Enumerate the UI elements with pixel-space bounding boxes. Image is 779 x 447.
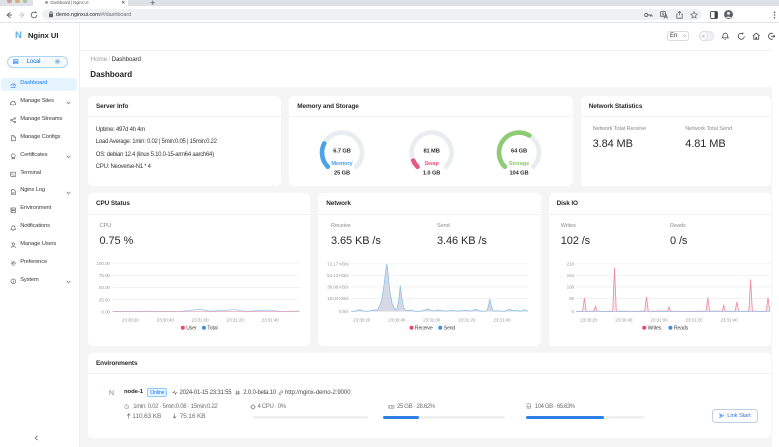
svg-text:23:30:20: 23:30:20	[122, 317, 140, 322]
svg-text:23:31:40: 23:31:40	[493, 317, 511, 322]
svg-text:218: 218	[567, 261, 575, 266]
svg-text:23:30:20: 23:30:20	[353, 317, 371, 322]
svg-text:23:30:40: 23:30:40	[388, 317, 406, 322]
svg-text:23:31:00: 23:31:00	[650, 317, 668, 322]
svg-text:54.13 KB/s: 54.13 KB/s	[327, 273, 349, 278]
svg-text:109: 109	[567, 285, 575, 290]
svg-text:Swap: Swap	[424, 161, 439, 167]
svg-text:23:31:40: 23:31:40	[262, 317, 280, 322]
svg-text:Memory: Memory	[331, 161, 353, 167]
svg-text:72.17 KB/s: 72.17 KB/s	[327, 261, 349, 266]
svg-text:81 MB: 81 MB	[423, 149, 439, 155]
svg-text:23:30:40: 23:30:40	[615, 317, 633, 322]
svg-text:0: 0	[572, 309, 575, 314]
svg-text:23:30:40: 23:30:40	[157, 317, 175, 322]
svg-text:64 GB: 64 GB	[511, 149, 527, 155]
svg-text:23:31:00: 23:31:00	[423, 317, 441, 322]
svg-text:Reads: Reads	[674, 326, 689, 332]
svg-text:75.00: 75.00	[99, 273, 111, 278]
svg-text:User: User	[186, 326, 197, 332]
svg-text:1.0 GB: 1.0 GB	[423, 171, 440, 177]
svg-text:25.00: 25.00	[99, 297, 111, 302]
svg-text:0 B/s: 0 B/s	[339, 309, 350, 314]
svg-text:23:30:20: 23:30:20	[580, 317, 598, 322]
svg-text:23:31:00: 23:31:00	[192, 317, 210, 322]
svg-text:Writes: Writes	[648, 326, 662, 332]
svg-text:6.7 GB: 6.7 GB	[333, 149, 350, 155]
svg-text:36.09 KB/s: 36.09 KB/s	[327, 285, 349, 290]
svg-text:0.00: 0.00	[101, 309, 110, 314]
svg-text:18.04 KB/s: 18.04 KB/s	[327, 296, 349, 301]
svg-text:164: 164	[567, 273, 575, 278]
svg-text:50.00: 50.00	[99, 285, 111, 290]
svg-text:Storage: Storage	[509, 161, 529, 167]
svg-text:100.00: 100.00	[96, 261, 110, 266]
svg-text:104 GB: 104 GB	[509, 171, 528, 177]
svg-text:25 GB: 25 GB	[334, 171, 350, 177]
svg-text:23:31:20: 23:31:20	[685, 317, 703, 322]
svg-text:55: 55	[569, 296, 574, 301]
svg-text:23:31:20: 23:31:20	[458, 317, 476, 322]
svg-text:Total: Total	[207, 326, 217, 332]
svg-text:23:31:40: 23:31:40	[720, 317, 738, 322]
svg-text:23:31:20: 23:31:20	[227, 317, 245, 322]
svg-text:Receive: Receive	[415, 326, 433, 332]
svg-text:Send: Send	[444, 326, 456, 332]
